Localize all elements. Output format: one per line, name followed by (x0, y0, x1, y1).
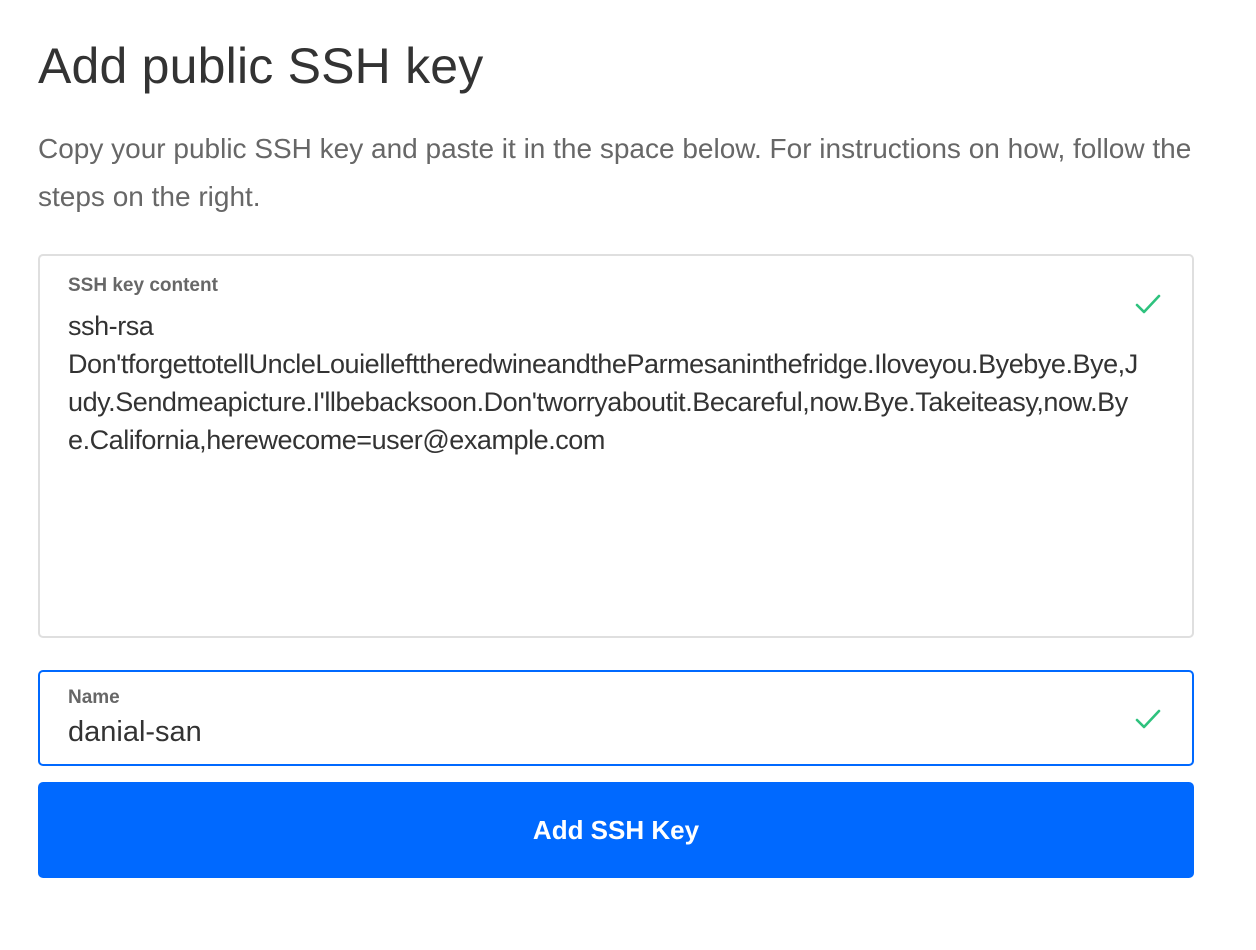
check-icon (1135, 294, 1161, 314)
ssh-key-content-input[interactable]: ssh-rsa Don'tforgettotellUncleLouielleft… (68, 307, 1138, 459)
ssh-key-content-label: SSH key content (68, 275, 218, 296)
ssh-key-content-field[interactable]: SSH key content ssh-rsa Don'tforgettotel… (38, 254, 1194, 638)
name-label: Name (68, 687, 120, 708)
name-input[interactable]: danial-san (68, 714, 202, 750)
name-field[interactable]: Name danial-san (38, 670, 1194, 766)
add-ssh-key-button[interactable]: Add SSH Key (38, 782, 1194, 878)
page-description: Copy your public SSH key and paste it in… (38, 133, 1192, 212)
page-title: Add public SSH key (38, 38, 484, 94)
check-icon (1135, 709, 1161, 729)
